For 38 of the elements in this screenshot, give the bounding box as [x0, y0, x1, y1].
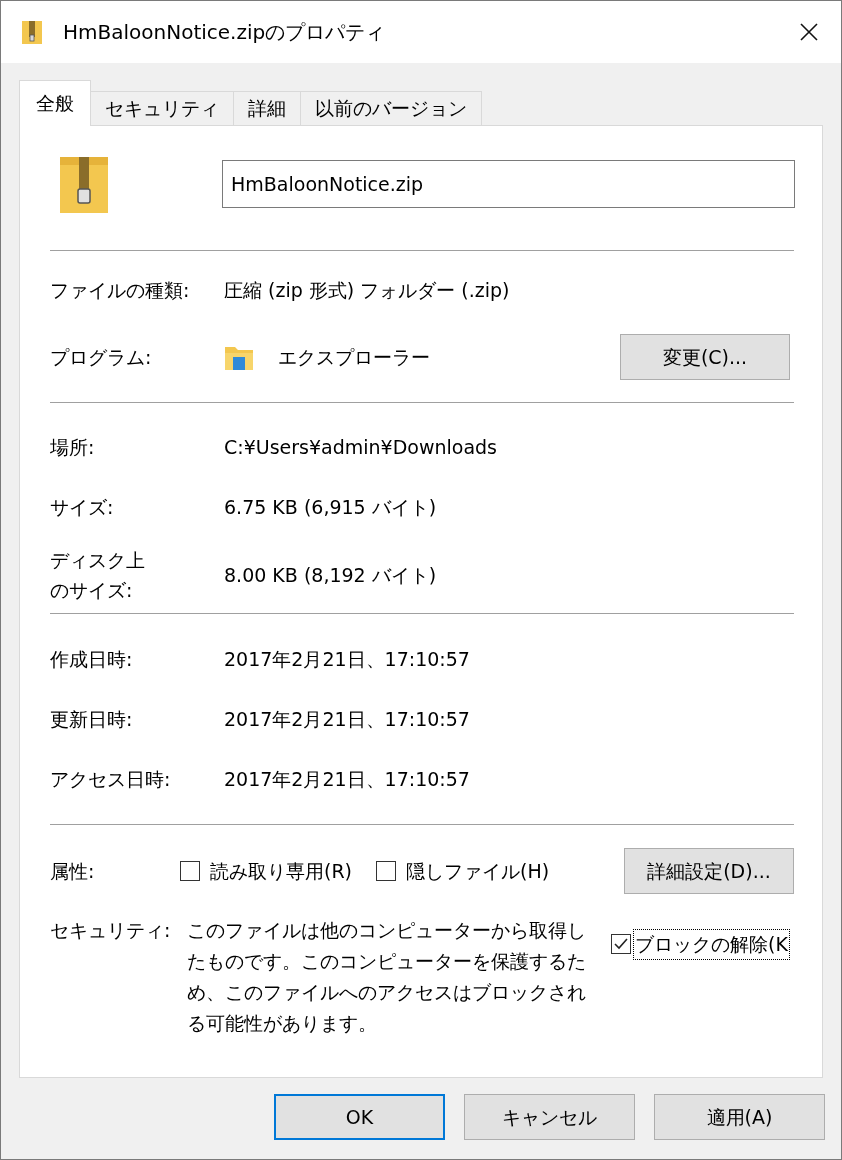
- advanced-button[interactable]: 詳細設定(D)...: [624, 848, 794, 894]
- tab[interactable]: 詳細: [234, 91, 301, 125]
- file-name-field[interactable]: HmBaloonNotice.zip: [222, 160, 795, 208]
- field-value: エクスプローラー: [278, 344, 430, 370]
- field-label: 場所:: [50, 435, 96, 460]
- change-button[interactable]: 変更(C)...: [620, 334, 790, 380]
- tab[interactable]: 以前のバージョン: [301, 91, 482, 125]
- checkbox-label: 読み取り専用(R): [210, 858, 353, 884]
- field-label: プログラム:: [50, 344, 153, 370]
- dialog-button[interactable]: キャンセル: [464, 1094, 635, 1140]
- field-value: 8.00 KB (8,192 バイト): [224, 562, 437, 588]
- window-title: HmBaloonNotice.zipのプロパティ: [63, 19, 386, 46]
- field-label: 作成日時:: [50, 647, 134, 672]
- field-value: C:¥Users¥admin¥Downloads: [224, 434, 497, 460]
- field-label: 更新日時:: [50, 707, 134, 732]
- security-warning: このファイルは他のコンピューターから取得したものです。このコンピューターを保護するため、このファイルへのアクセスはブロックされる可能性があります。: [187, 918, 587, 1036]
- zip-folder-icon: [21, 19, 43, 45]
- field-value: 6.75 KB (6,915 バイト): [224, 494, 437, 520]
- field-label: 属性:: [50, 858, 96, 884]
- dialog-button[interactable]: OK: [274, 1094, 445, 1140]
- checkbox-label: ブロックの解除(K: [633, 929, 790, 960]
- field-value: 2017年2月21日、17:10:57: [224, 766, 470, 792]
- tab[interactable]: 全般: [19, 80, 91, 126]
- field-label: ファイルの種類:: [50, 278, 191, 303]
- dialog-button[interactable]: 適用(A): [654, 1094, 825, 1140]
- tab[interactable]: セキュリティ: [91, 91, 234, 125]
- checkbox[interactable]: [611, 934, 631, 955]
- field-value: 圧縮 (zip 形式) フォルダー (.zip): [224, 277, 510, 303]
- close-icon[interactable]: [799, 22, 819, 42]
- checkbox[interactable]: [180, 861, 200, 881]
- field-label: ディスク上のサイズ:: [50, 548, 146, 603]
- field-label: セキュリティ:: [50, 918, 172, 943]
- checkbox-label: 隠しファイル(H): [406, 858, 550, 884]
- field-label: サイズ:: [50, 495, 115, 520]
- checkbox[interactable]: [376, 861, 397, 881]
- field-label: アクセス日時:: [50, 767, 172, 792]
- field-value: 2017年2月21日、17:10:57: [224, 646, 470, 672]
- field-value: 2017年2月21日、17:10:57: [224, 706, 470, 732]
